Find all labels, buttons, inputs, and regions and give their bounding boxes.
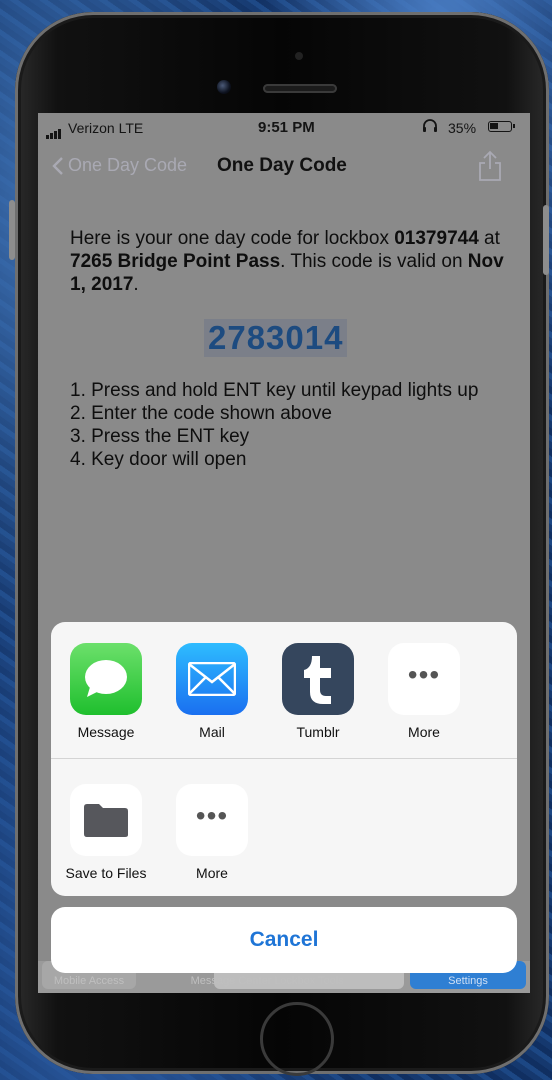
share-app-label: Message <box>77 724 135 740</box>
one-day-code: 2783014 <box>204 319 348 357</box>
step-item: 1. Press and hold ENT key until keypad l… <box>70 380 479 401</box>
message-icon <box>70 643 142 715</box>
screen: Verizon LTE 9:51 PM 35% One Day Code One… <box>38 113 530 993</box>
battery-icon <box>488 121 515 132</box>
lockbox-number: 01379744 <box>394 228 479 249</box>
cancel-button[interactable]: Cancel <box>51 907 517 973</box>
sensor-dot <box>295 52 303 60</box>
clock: 9:51 PM <box>258 119 315 136</box>
step-item: 2. Enter the code shown above <box>70 403 332 424</box>
action-save-to-files[interactable]: Save to Files <box>61 784 151 881</box>
share-actions-row: Save to Files ••• More <box>51 759 517 896</box>
share-app-label: More <box>408 724 440 740</box>
message-text: . This code is valid on <box>280 251 468 272</box>
home-button[interactable] <box>260 1002 334 1076</box>
step-item: 4. Key door will open <box>70 449 247 470</box>
status-bar: Verizon LTE 9:51 PM 35% <box>38 113 530 143</box>
share-app-tumblr[interactable]: Tumblr <box>273 643 363 740</box>
tumblr-icon <box>282 643 354 715</box>
share-app-label: Mail <box>199 724 225 740</box>
share-app-more[interactable]: ••• More <box>379 643 469 740</box>
navigation-bar: One Day Code One Day Code <box>38 143 530 192</box>
front-camera <box>217 80 231 94</box>
page-title: One Day Code <box>217 155 347 176</box>
power-button <box>543 205 549 275</box>
back-button[interactable]: One Day Code <box>52 155 187 176</box>
message-text: Here is your one day code for lockbox <box>70 228 395 249</box>
earpiece-speaker <box>263 84 337 93</box>
signal-icon <box>46 123 62 139</box>
more-icon: ••• <box>388 643 460 715</box>
instruction-steps: 1. Press and hold ENT key until keypad l… <box>70 379 510 471</box>
action-more[interactable]: ••• More <box>167 784 257 881</box>
headphones-icon <box>422 119 438 136</box>
lockbox-address: 7265 Bridge Point Pass <box>70 251 281 272</box>
share-app-label: Tumblr <box>296 724 340 740</box>
volume-button <box>9 200 15 260</box>
share-sheet: Message Mail Tumblr ••• More Save to Fil… <box>51 622 517 896</box>
back-label: One Day Code <box>68 155 188 175</box>
folder-icon <box>70 784 142 856</box>
message-text: . <box>133 274 139 295</box>
battery-percent: 35% <box>448 120 477 136</box>
code-message: Here is your one day code for lockbox 01… <box>70 227 510 296</box>
action-label: More <box>196 865 228 881</box>
message-text: at <box>478 228 500 249</box>
more-icon: ••• <box>176 784 248 856</box>
share-app-message[interactable]: Message <box>61 643 151 740</box>
action-label: Save to Files <box>65 865 147 881</box>
share-icon[interactable] <box>476 149 504 188</box>
mail-icon <box>176 643 248 715</box>
step-item: 3. Press the ENT key <box>70 426 250 447</box>
carrier-label: Verizon LTE <box>68 120 144 136</box>
share-app-mail[interactable]: Mail <box>167 643 257 740</box>
chevron-left-icon <box>52 156 63 175</box>
share-apps-row: Message Mail Tumblr ••• More <box>51 622 517 759</box>
